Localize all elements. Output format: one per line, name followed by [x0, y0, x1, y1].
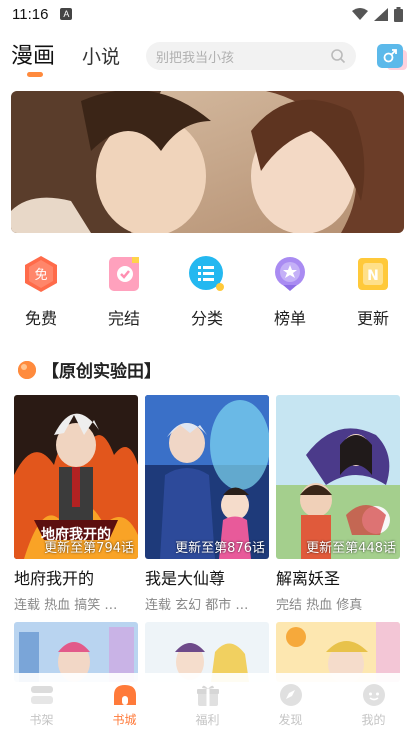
wifi-icon — [352, 7, 368, 20]
update-label: 更新至第794话 — [44, 541, 134, 556]
section-dot-icon — [18, 360, 36, 379]
profile-icon — [362, 684, 385, 706]
category-ranking[interactable]: 榜单 — [260, 255, 320, 329]
free-icon-glyph: 免 — [34, 268, 47, 283]
category-label: 更新 — [356, 309, 389, 328]
comic-card[interactable]: 更新至第876话 我是大仙尊 连载 玄幻 都市 … — [145, 395, 269, 613]
free-icon: 免 — [22, 255, 60, 293]
bottom-nav: 书架 书城 福利 发现 我的 — [0, 673, 415, 737]
nav-label: 书架 — [29, 713, 54, 727]
nav-welfare[interactable]: 福利 — [166, 673, 249, 737]
nav-label: 发现 — [278, 713, 303, 727]
active-tab-indicator — [27, 72, 43, 77]
banner-artwork — [11, 91, 404, 233]
bookstore-icon — [113, 685, 136, 705]
update-label: 更新至第448话 — [306, 541, 396, 556]
bookshelf-icon — [30, 686, 53, 704]
comic-card[interactable]: 地府我开的 更新至第794话 地府我开的 连载 热血 搞笑 … — [14, 395, 138, 613]
tab-novels[interactable]: 小说 — [82, 42, 120, 69]
comic-cover[interactable]: 更新至第448话 — [276, 395, 400, 559]
nav-discover[interactable]: 发现 — [249, 673, 332, 737]
notification-badge: A — [60, 8, 73, 20]
update-label: 更新至第876话 — [175, 541, 265, 556]
nav-label: 书城 — [112, 713, 137, 727]
section-header: 【原创实验田】 — [18, 357, 161, 382]
category-classify[interactable]: 分类 — [177, 255, 237, 329]
gift-icon — [196, 685, 219, 706]
signal-icon — [374, 7, 388, 21]
status-bar: 11:16 A — [0, 0, 415, 28]
category-label: 榜单 — [273, 309, 306, 328]
ranking-icon — [271, 255, 309, 293]
promo-banner[interactable] — [11, 91, 404, 233]
completed-icon — [105, 255, 143, 293]
category-label: 分类 — [190, 309, 223, 328]
comic-cover[interactable]: 更新至第876话 — [145, 395, 269, 559]
nav-profile[interactable]: 我的 — [332, 673, 415, 737]
comic-cover[interactable]: 地府我开的 更新至第794话 — [14, 395, 138, 559]
update-icon: N — [354, 255, 392, 293]
category-free[interactable]: 免 免费 — [11, 255, 71, 329]
comic-title: 解离妖圣 — [276, 569, 341, 588]
nav-label: 我的 — [361, 713, 386, 727]
gender-toggle-button[interactable] — [377, 44, 403, 68]
comic-card[interactable]: 更新至第448话 解离妖圣 完结 热血 修真 — [276, 395, 400, 613]
battery-icon — [394, 6, 403, 22]
section-title: 【原创实验田】 — [42, 362, 161, 382]
category-icon — [188, 255, 226, 293]
category-label: 免费 — [24, 309, 57, 328]
category-shortcuts: 免 免费 完结 分类 榜单 N 更新 — [0, 255, 415, 335]
comic-tags: 完结 热血 修真 — [276, 598, 363, 613]
status-time: 11:16 — [12, 5, 49, 23]
tab-comics[interactable]: 漫画 — [11, 38, 55, 70]
nav-bookshelf[interactable]: 书架 — [0, 673, 83, 737]
comic-title: 我是大仙尊 — [145, 569, 226, 588]
discover-icon — [279, 684, 302, 706]
comic-tags: 连载 热血 搞笑 … — [14, 598, 118, 613]
nav-label: 福利 — [195, 713, 220, 727]
category-completed[interactable]: 完结 — [94, 255, 154, 329]
gender-toggle-icon — [383, 49, 397, 63]
search-placeholder: 别把我当小孩 — [156, 50, 235, 66]
update-icon-glyph: N — [367, 268, 379, 284]
comic-title: 地府我开的 — [14, 569, 95, 588]
search-icon[interactable] — [330, 48, 346, 64]
search-bar[interactable]: 别把我当小孩 — [146, 42, 356, 70]
category-label: 完结 — [107, 309, 140, 328]
category-update[interactable]: N 更新 — [343, 255, 403, 329]
comic-tags: 连载 玄幻 都市 … — [145, 598, 249, 613]
nav-bookstore[interactable]: 书城 — [83, 673, 166, 737]
top-nav: 漫画 小说 别把我当小孩 — [0, 34, 415, 80]
